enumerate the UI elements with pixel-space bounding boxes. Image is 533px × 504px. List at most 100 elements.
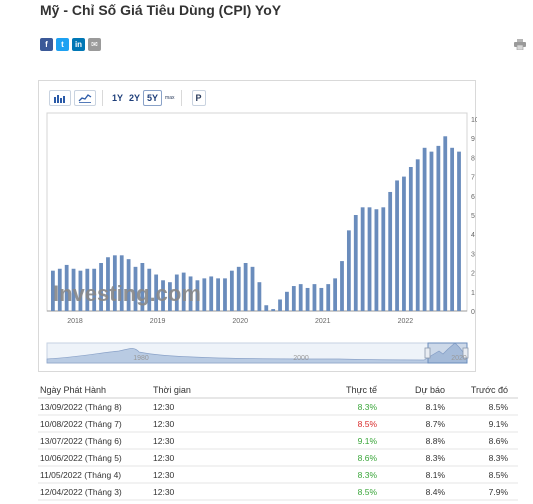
- cell-forecast: 8.3%: [426, 453, 446, 463]
- bar[interactable]: [202, 278, 207, 311]
- x-tick-label: 2020: [232, 318, 248, 325]
- bar[interactable]: [291, 286, 296, 311]
- events-table: Ngày Phát Hành Thời gian Thực tế Dự báo …: [38, 385, 518, 501]
- cell-actual: 9.1%: [358, 436, 378, 446]
- bar[interactable]: [250, 266, 255, 311]
- bar[interactable]: [285, 291, 289, 311]
- bar[interactable]: [298, 284, 303, 311]
- investing-watermark: Investing.com: [53, 281, 201, 306]
- bar[interactable]: [312, 284, 317, 311]
- table-body: 13/09/2022 (Tháng 8) 12:30 8.3% 8.1% 8.5%10/…: [38, 402, 518, 501]
- bar[interactable]: [353, 215, 358, 311]
- cell-previous: 8.5%: [489, 402, 509, 412]
- y-axis: 0 1 2 3 4 5 6 7 8 9 10: [471, 117, 477, 316]
- y-tick-label: 8: [471, 155, 475, 162]
- bar[interactable]: [340, 261, 344, 311]
- cell-forecast: 8.1%: [426, 470, 446, 480]
- header-previous: Trước đó: [471, 385, 508, 395]
- chart-panel: 1Y 2Y 5Y max P Investing.com 01234567891…: [38, 80, 477, 372]
- bar[interactable]: [457, 151, 461, 311]
- cell-time: 12:30: [153, 487, 175, 497]
- cell-actual: 8.3%: [358, 470, 378, 480]
- bar[interactable]: [236, 266, 241, 311]
- bar[interactable]: [367, 207, 372, 311]
- x-axis: 2018 2019 2020 2021 2022: [67, 318, 413, 325]
- header-actual: Thực tế: [346, 385, 377, 395]
- table-row: 13/07/2022 (Tháng 6) 12:30 9.1% 8.8% 8.6%: [38, 436, 518, 450]
- bar[interactable]: [450, 147, 455, 311]
- bar[interactable]: [209, 276, 214, 311]
- bar[interactable]: [326, 284, 331, 311]
- bar[interactable]: [319, 287, 324, 311]
- bar[interactable]: [278, 299, 282, 311]
- bar[interactable]: [436, 145, 441, 311]
- bar[interactable]: [264, 305, 269, 311]
- table-row: 11/05/2022 (Tháng 4) 12:30 8.3% 8.1% 8.5%: [38, 470, 518, 484]
- table-row: 12/04/2022 (Tháng 3) 12:30 8.5% 8.4% 7.9%: [38, 487, 518, 501]
- y-tick-label: 5: [471, 213, 475, 220]
- cell-previous: 8.6%: [489, 436, 509, 446]
- cell-time: 12:30: [153, 453, 175, 463]
- x-tick-label: 2021: [315, 318, 331, 325]
- navigator-label: 2020: [451, 355, 467, 362]
- bar[interactable]: [422, 147, 427, 311]
- bar[interactable]: [402, 176, 406, 311]
- cell-previous: 8.3%: [489, 453, 509, 463]
- bar[interactable]: [216, 278, 220, 311]
- cell-time: 12:30: [153, 470, 175, 480]
- email-icon[interactable]: ✉: [88, 38, 101, 51]
- printer-icon[interactable]: [514, 39, 526, 50]
- share-bar: f t in ✉: [40, 38, 101, 51]
- y-tick-label: 4: [471, 232, 475, 239]
- cell-forecast: 8.8%: [426, 436, 446, 446]
- table-row: 10/08/2022 (Tháng 7) 12:30 8.5% 8.7% 9.1%: [38, 419, 518, 433]
- bar[interactable]: [395, 180, 399, 311]
- bar[interactable]: [381, 207, 386, 311]
- bar[interactable]: [271, 309, 276, 311]
- facebook-icon[interactable]: f: [40, 38, 53, 51]
- cell-date: 10/06/2022 (Tháng 5): [40, 453, 122, 463]
- bar[interactable]: [229, 270, 234, 311]
- bar[interactable]: [408, 167, 413, 311]
- chart-svg: Investing.com 012345678910 2018 2019 2020 2…: [46, 112, 477, 364]
- bar[interactable]: [388, 191, 393, 311]
- cell-date: 10/08/2022 (Tháng 7): [40, 419, 122, 429]
- bar[interactable]: [346, 230, 351, 311]
- y-tick-label: 6: [471, 194, 475, 201]
- cell-actual: 8.6%: [358, 453, 378, 463]
- navigator-handle-left[interactable]: [424, 347, 431, 359]
- linkedin-icon[interactable]: in: [72, 38, 85, 51]
- twitter-icon[interactable]: t: [56, 38, 69, 51]
- cell-time: 12:30: [153, 436, 175, 446]
- bar[interactable]: [374, 209, 379, 311]
- bar[interactable]: [429, 151, 434, 311]
- bar[interactable]: [305, 287, 310, 311]
- cell-forecast: 8.7%: [426, 419, 446, 429]
- navigator[interactable]: 1980 2000 2020: [46, 342, 469, 364]
- bar[interactable]: [415, 159, 420, 311]
- watermark-text: Investing.com: [53, 281, 201, 306]
- page-title: Mỹ - Chỉ Số Giá Tiêu Dùng (CPI) YoY: [40, 2, 282, 18]
- bar[interactable]: [257, 282, 262, 311]
- header-date: Ngày Phát Hành: [40, 385, 106, 395]
- cell-actual: 8.3%: [358, 402, 378, 412]
- header-forecast: Dự báo: [415, 385, 445, 395]
- cell-actual: 8.5%: [358, 487, 378, 497]
- bar[interactable]: [333, 278, 338, 311]
- table-header: Ngày Phát Hành Thời gian Thực tế Dự báo …: [38, 385, 518, 399]
- y-tick-label: 10: [471, 117, 477, 124]
- bar[interactable]: [243, 263, 248, 311]
- bar[interactable]: [360, 207, 365, 311]
- x-tick-label: 2018: [67, 318, 83, 325]
- y-tick-label: 1: [471, 290, 475, 297]
- bar[interactable]: [443, 136, 448, 311]
- cell-previous: 8.5%: [489, 470, 509, 480]
- cell-forecast: 8.4%: [426, 487, 446, 497]
- bar[interactable]: [223, 278, 227, 311]
- table-row: 13/09/2022 (Tháng 8) 12:30 8.3% 8.1% 8.5%: [38, 402, 518, 416]
- cell-date: 12/04/2022 (Tháng 3): [40, 487, 122, 497]
- navigator-label: 2000: [293, 355, 309, 362]
- cell-date: 13/07/2022 (Tháng 6): [40, 436, 122, 446]
- cell-date: 13/09/2022 (Tháng 8): [40, 402, 122, 412]
- cell-actual: 8.5%: [358, 419, 378, 429]
